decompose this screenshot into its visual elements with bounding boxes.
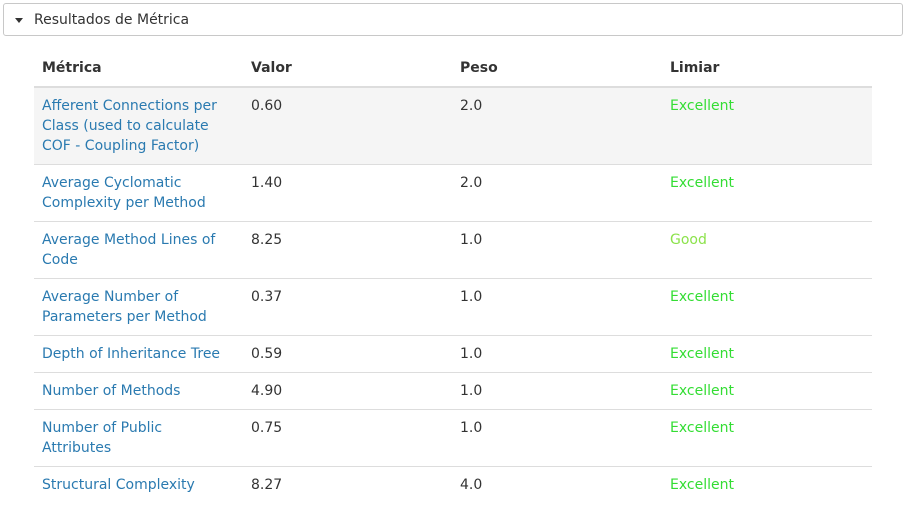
weight-cell: 1.0 [452,221,662,279]
metric-results-panel-header[interactable]: Resultados de Métrica [3,3,903,36]
weight-cell: 1.0 [452,335,662,373]
table-row: Average Cyclomatic Complexity per Method… [34,164,872,222]
column-header-value: Valor [243,49,452,88]
metric-cell: Average Cyclomatic Complexity per Method [34,164,243,222]
threshold-cell: Excellent [662,87,872,165]
table-row: Average Number of Parameters per Method … [34,278,872,336]
column-header-weight: Peso [452,49,662,88]
metric-link[interactable]: Structural Complexity [42,477,195,493]
table-row: Afferent Connections per Class (used to … [34,87,872,165]
table-header-row: Métrica Valor Peso Limiar [34,49,872,88]
value-cell: 8.25 [243,221,452,279]
metric-cell: Afferent Connections per Class (used to … [34,87,243,165]
threshold-cell: Good [662,221,872,279]
value-cell: 1.40 [243,164,452,222]
metric-cell: Average Number of Parameters per Method [34,278,243,336]
metric-link[interactable]: Average Cyclomatic Complexity per Method [42,175,206,211]
weight-cell: 1.0 [452,409,662,467]
weight-cell: 1.0 [452,278,662,336]
value-cell: 0.37 [243,278,452,336]
metric-cell: Number of Methods [34,372,243,410]
value-cell: 8.27 [251,477,283,493]
table-row: Structural Complexity 8.27 4.0 Excellent [34,467,872,504]
column-header-metric: Métrica [34,49,243,88]
threshold-cell: Excellent [662,409,872,467]
threshold-cell: Excellent [662,278,872,336]
threshold-cell: Excellent [670,477,734,493]
metric-cell: Average Method Lines of Code [34,221,243,279]
value-cell: 4.90 [243,372,452,410]
caret-down-icon [15,17,23,23]
threshold-cell: Excellent [662,372,872,410]
table-row: Number of Public Attributes 0.75 1.0 Exc… [34,409,872,467]
panel-title: Resultados de Métrica [34,11,190,28]
threshold-cell: Excellent [662,335,872,373]
table-row: Number of Methods 4.90 1.0 Excellent [34,372,872,410]
metric-link[interactable]: Average Method Lines of Code [42,232,215,268]
table-row: Depth of Inheritance Tree 0.59 1.0 Excel… [34,335,872,373]
metric-cell: Number of Public Attributes [34,409,243,467]
metric-link[interactable]: Afferent Connections per Class (used to … [42,98,217,154]
weight-cell: 2.0 [452,164,662,222]
value-cell: 0.75 [243,409,452,467]
column-header-threshold: Limiar [662,49,872,88]
weight-cell: 1.0 [452,372,662,410]
metric-link[interactable]: Number of Methods [42,383,180,399]
value-cell: 0.60 [243,87,452,165]
metric-link[interactable]: Number of Public Attributes [42,420,162,456]
metric-cell: Structural Complexity [34,467,243,504]
table-row: Average Method Lines of Code 8.25 1.0 Go… [34,221,872,279]
metric-cell: Depth of Inheritance Tree [34,335,243,373]
weight-cell: 2.0 [452,87,662,165]
threshold-cell: Excellent [662,164,872,222]
metric-link[interactable]: Depth of Inheritance Tree [42,346,220,362]
metrics-table: Métrica Valor Peso Limiar Afferent Conne… [34,49,872,503]
weight-cell: 4.0 [460,477,483,493]
metric-link[interactable]: Average Number of Parameters per Method [42,289,207,325]
value-cell: 0.59 [243,335,452,373]
